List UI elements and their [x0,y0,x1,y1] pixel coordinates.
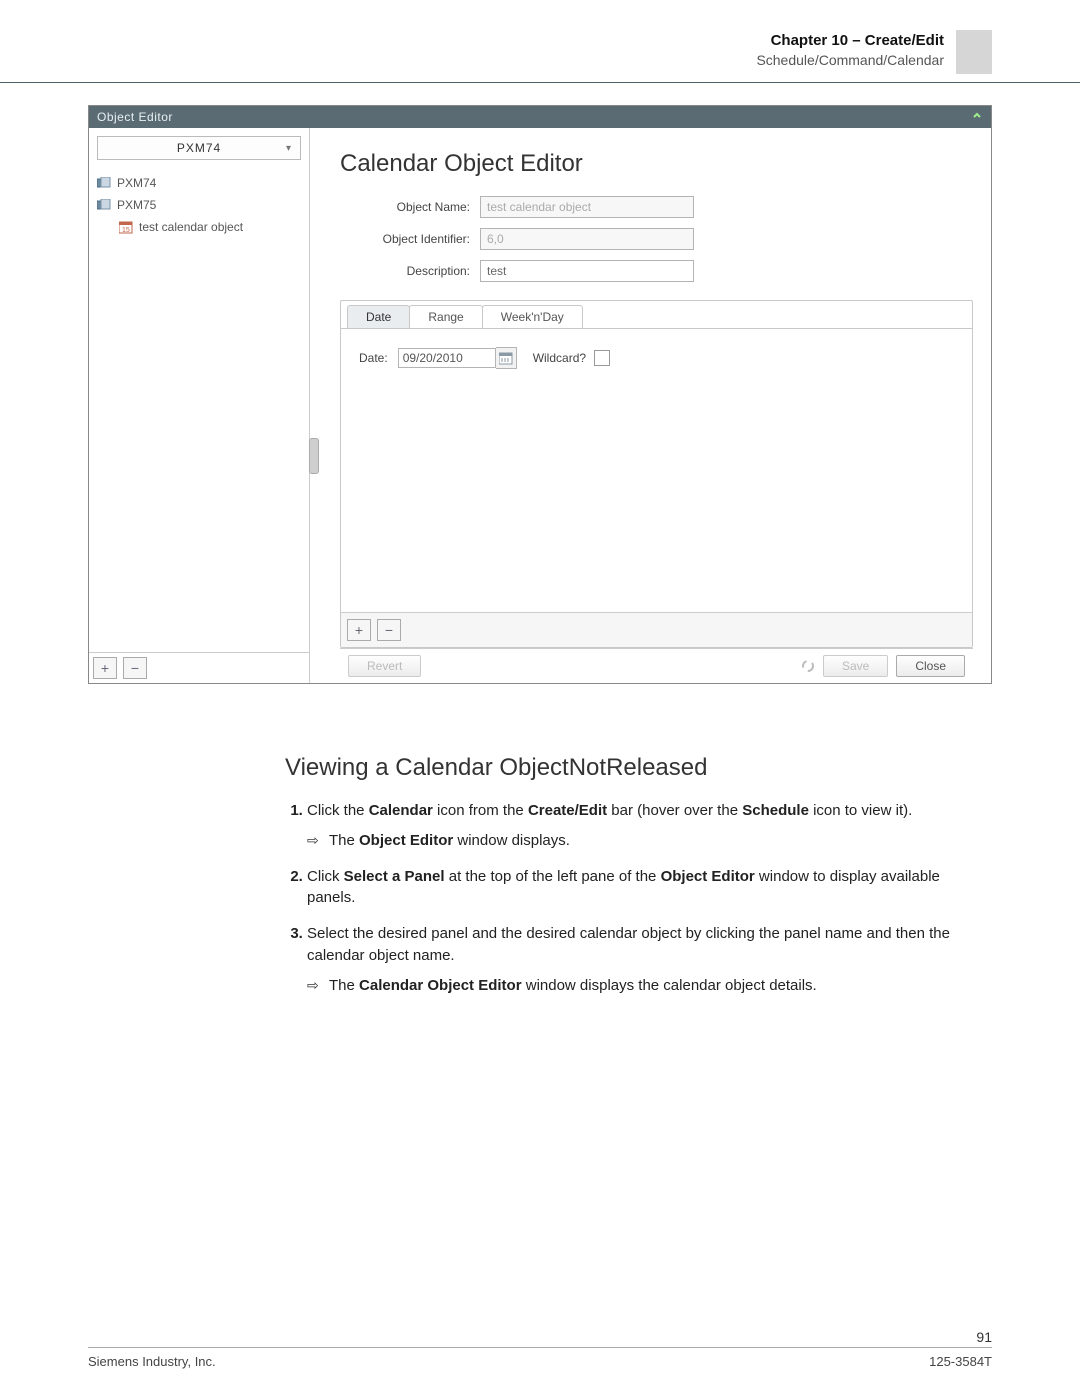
page-footer: Siemens Industry, Inc. 125-3584T [88,1347,992,1369]
svg-text:15: 15 [122,227,130,234]
editor-title: Calendar Object Editor [340,150,973,178]
editor-footer: Revert Save Close [340,648,973,683]
wildcard-checkbox[interactable] [594,350,610,366]
object-identifier-label: Object Identifier: [340,232,480,246]
panel-select-dropdown[interactable]: PXM74 ▾ [97,136,301,160]
step-3: Select the desired panel and the desired… [307,923,992,996]
tree-item-pxm75[interactable]: PXM75 [89,194,309,216]
chapter-title: Chapter 10 – Create/Edit [756,30,944,51]
device-icon [97,177,111,189]
doc-body: Viewing a Calendar ObjectNotReleased Cli… [285,754,992,996]
tree-item-calendar-object[interactable]: 15 test calendar object [89,216,309,238]
tree-item-label: PXM74 [117,176,156,190]
header-ornament [956,30,992,74]
busy-icon [801,659,815,673]
editor-panel: Calendar Object Editor Object Name: test… [310,128,991,683]
footer-doc-id: 125-3584T [929,1354,992,1369]
date-label: Date: [359,351,388,365]
revert-button[interactable]: Revert [348,655,421,677]
breadcrumb: Schedule/Command/Calendar [756,51,944,71]
tree-item-label: PXM75 [117,198,156,212]
date-add-button[interactable]: + [347,619,371,641]
device-icon [97,199,111,211]
save-button[interactable]: Save [823,655,888,677]
panel-tree: PXM74 PXM75 15 test calendar object [89,168,309,652]
object-name-label: Object Name: [340,200,480,214]
tree-item-label: test calendar object [139,220,243,234]
object-editor-window: Object Editor PXM74 ▾ PXM74 [88,105,992,684]
description-field[interactable]: test [480,260,694,282]
left-panel: PXM74 ▾ PXM74 PXM75 [89,128,310,683]
tab-range[interactable]: Range [409,305,482,328]
date-input[interactable]: 09/20/2010 [398,348,496,368]
chevron-down-icon: ▾ [286,143,292,154]
object-name-field: test calendar object [480,196,694,218]
page-header: Chapter 10 – Create/Edit Schedule/Comman… [0,0,1080,83]
step-2: Click Select a Panel at the top of the l… [307,866,992,910]
section-heading: Viewing a Calendar ObjectNotReleased [285,754,992,782]
page-number: 91 [976,1329,992,1345]
tree-remove-button[interactable]: − [123,657,147,679]
tab-date[interactable]: Date [347,305,410,328]
tree-add-button[interactable]: + [93,657,117,679]
close-button[interactable]: Close [896,655,965,677]
tree-item-pxm74[interactable]: PXM74 [89,172,309,194]
tab-weeknday[interactable]: Week'n'Day [482,305,583,328]
calendar-icon: 15 [119,221,133,234]
date-picker-button[interactable] [496,347,517,369]
maximize-icon[interactable] [971,111,983,123]
step-1: Click the Calendar icon from the Create/… [307,800,992,852]
window-titlebar[interactable]: Object Editor [89,106,991,128]
object-identifier-field: 6,0 [480,228,694,250]
wildcard-label: Wildcard? [533,351,586,365]
footer-company: Siemens Industry, Inc. [88,1354,216,1369]
calendar-icon [499,352,513,365]
date-card: Date Range Week'n'Day Date: 09/20/2010 W… [340,300,973,648]
window-title: Object Editor [97,110,173,124]
step-1-result: The Object Editor window displays. [329,830,992,852]
date-remove-button[interactable]: − [377,619,401,641]
description-label: Description: [340,264,480,278]
step-3-result: The Calendar Object Editor window displa… [329,975,992,997]
panel-select-value: PXM74 [177,141,221,155]
